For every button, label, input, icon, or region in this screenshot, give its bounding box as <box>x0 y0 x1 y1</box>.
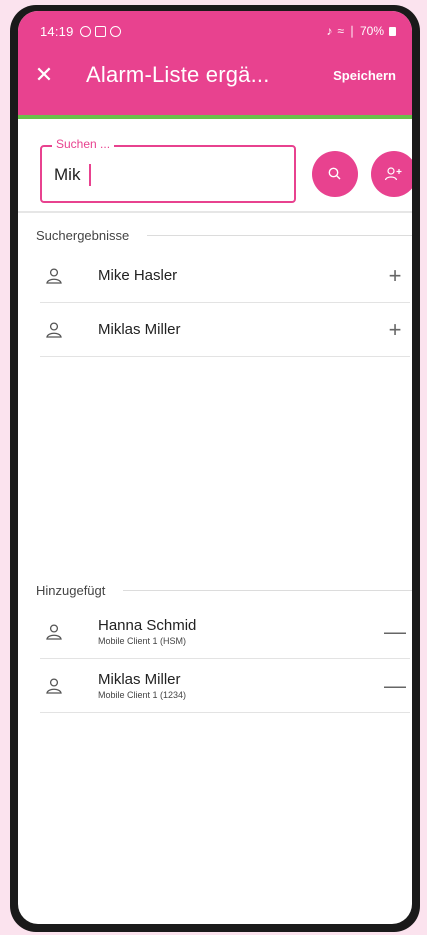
added-row[interactable]: Hanna Schmid Mobile Client 1 (HSM) — <box>40 605 410 659</box>
close-button[interactable]: ✕ <box>18 55 72 95</box>
added-name: Miklas Miller <box>98 671 181 688</box>
text-cursor <box>89 164 91 186</box>
remove-button[interactable]: — <box>380 619 410 645</box>
person-icon <box>36 623 72 641</box>
calendar-icon <box>94 25 106 37</box>
save-button[interactable]: Speichern <box>333 68 396 83</box>
close-icon: ✕ <box>34 62 54 87</box>
added-header-label: Hinzugefügt <box>36 582 106 598</box>
results-header-label: Suchergebnisse <box>36 227 130 243</box>
person-icon <box>36 267 72 285</box>
mute-icon: ♪ <box>326 24 333 38</box>
page-title: Alarm-Liste ergä... <box>86 62 270 87</box>
app-screen: 14:19 ♪ ≈ ∣ 70% ✕ Alarm-Liste ergä... Sp… <box>18 11 412 924</box>
search-area: Suchen ... <box>18 119 412 211</box>
add-button[interactable]: + <box>380 263 410 289</box>
status-time: 14:19 <box>40 23 74 39</box>
battery-level: 70% <box>359 24 384 38</box>
search-button[interactable] <box>312 151 358 197</box>
search-label: Suchen ... <box>52 137 115 151</box>
notification-icon <box>79 25 91 37</box>
toolbar: ✕ Alarm-Liste ergä... Speichern <box>18 55 412 95</box>
add-button[interactable]: + <box>380 317 410 343</box>
remove-button[interactable]: — <box>380 673 410 699</box>
added-client: Mobile Client 1 (HSM) <box>98 636 187 646</box>
result-row[interactable]: Mike Hasler + <box>40 249 410 303</box>
battery-icon <box>389 26 396 36</box>
added-name: Hanna Schmid <box>98 617 197 634</box>
results-header: Suchergebnisse <box>36 225 412 245</box>
result-row[interactable]: Miklas Miller + <box>40 303 410 357</box>
added-row[interactable]: Miklas Miller Mobile Client 1 (1234) — <box>40 659 410 713</box>
search-input[interactable] <box>54 163 274 187</box>
sync-icon <box>109 25 121 37</box>
result-name: Miklas Miller <box>98 321 181 338</box>
search-icon <box>328 167 341 180</box>
added-client: Mobile Client 1 (1234) <box>98 690 187 700</box>
added-header: Hinzugefügt <box>36 580 412 600</box>
app-bar: 14:19 ♪ ≈ ∣ 70% ✕ Alarm-Liste ergä... Sp… <box>18 11 412 115</box>
wifi-icon: ≈ <box>337 24 344 38</box>
phone-frame: 14:19 ♪ ≈ ∣ 70% ✕ Alarm-Liste ergä... Sp… <box>10 5 420 932</box>
person-icon <box>36 321 72 339</box>
signal-icon: ∣ <box>348 24 355 38</box>
section-divider <box>18 211 412 213</box>
person-icon <box>36 677 72 695</box>
search-field[interactable]: Suchen ... <box>40 137 296 203</box>
person-add-icon <box>384 167 402 181</box>
status-bar: 14:19 ♪ ≈ ∣ 70% <box>18 19 412 43</box>
result-name: Mike Hasler <box>98 267 178 284</box>
add-person-button[interactable] <box>371 151 412 197</box>
